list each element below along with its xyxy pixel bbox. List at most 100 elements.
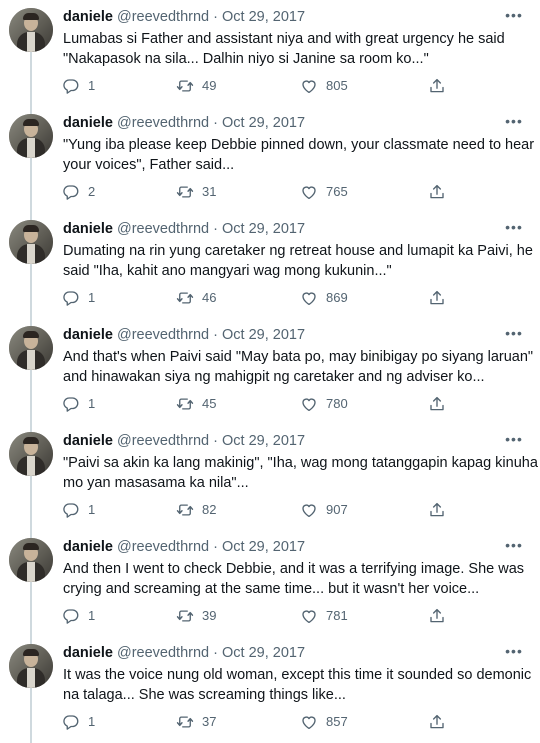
- more-options-icon[interactable]: •••: [505, 644, 523, 662]
- share-button[interactable]: [428, 289, 446, 307]
- tweet-date[interactable]: Oct 29, 2017: [222, 327, 305, 343]
- author-handle[interactable]: @reevedthrnd: [117, 115, 209, 131]
- more-options-icon[interactable]: •••: [505, 538, 523, 556]
- tweet-date[interactable]: Oct 29, 2017: [222, 645, 305, 661]
- author-name[interactable]: daniele: [63, 327, 113, 343]
- reply-button[interactable]: 1: [62, 501, 95, 519]
- retweet-button[interactable]: 45: [176, 395, 216, 413]
- reply-button[interactable]: 1: [62, 607, 95, 625]
- more-options-icon[interactable]: •••: [505, 326, 523, 344]
- more-options-icon[interactable]: •••: [505, 8, 523, 26]
- tweet[interactable]: daniele @reevedthrnd · Oct 29, 2017 ••• …: [0, 106, 540, 212]
- tweet-actions: 1 82 907: [0, 501, 540, 519]
- share-button[interactable]: [428, 183, 446, 201]
- tweet-date[interactable]: Oct 29, 2017: [222, 115, 305, 131]
- retweet-button[interactable]: 49: [176, 77, 216, 95]
- avatar[interactable]: [9, 220, 53, 264]
- avatar[interactable]: [9, 114, 53, 158]
- more-options-icon[interactable]: •••: [505, 220, 523, 238]
- reply-icon: [63, 185, 79, 200]
- tweet-text-line: Lumabas si Father and assistant niya and…: [63, 31, 505, 47]
- retweet-button[interactable]: 31: [176, 183, 216, 201]
- retweet-button[interactable]: 37: [176, 713, 216, 731]
- retweet-button[interactable]: 46: [176, 289, 216, 307]
- tweet-actions: 1 39 781: [0, 607, 540, 625]
- retweet-count: 39: [202, 608, 217, 623]
- avatar[interactable]: [9, 326, 53, 370]
- author-handle[interactable]: @reevedthrnd: [117, 433, 209, 449]
- share-button[interactable]: [428, 713, 446, 731]
- author-name[interactable]: daniele: [63, 433, 113, 449]
- separator-dot: ·: [213, 221, 218, 237]
- tweet-text: Dumating na rin yung caretaker ng retrea…: [63, 241, 533, 281]
- avatar[interactable]: [9, 644, 53, 688]
- reply-button[interactable]: 1: [62, 713, 95, 731]
- reply-icon: [63, 715, 79, 730]
- reply-button[interactable]: 1: [62, 77, 95, 95]
- like-button[interactable]: 869: [300, 289, 348, 307]
- share-button[interactable]: [428, 607, 446, 625]
- reply-button[interactable]: 2: [62, 183, 95, 201]
- author-name[interactable]: daniele: [63, 221, 113, 237]
- author-handle[interactable]: @reevedthrnd: [117, 9, 209, 25]
- like-button[interactable]: 857: [300, 713, 348, 731]
- tweet-text-line: na talaga... She was screaming things li…: [63, 687, 346, 703]
- share-button[interactable]: [428, 501, 446, 519]
- author-name[interactable]: daniele: [63, 539, 113, 555]
- retweet-icon: [176, 398, 194, 410]
- tweet[interactable]: daniele @reevedthrnd · Oct 29, 2017 ••• …: [0, 212, 540, 318]
- tweet-header: daniele @reevedthrnd · Oct 29, 2017: [63, 220, 305, 238]
- separator-dot: ·: [213, 645, 218, 661]
- tweet-text-line: And then I went to check Debbie, and it …: [63, 561, 525, 577]
- share-button[interactable]: [428, 395, 446, 413]
- tweet[interactable]: daniele @reevedthrnd · Oct 29, 2017 ••• …: [0, 636, 540, 742]
- retweet-button[interactable]: 82: [176, 501, 216, 519]
- author-handle[interactable]: @reevedthrnd: [117, 327, 209, 343]
- tweet-date[interactable]: Oct 29, 2017: [222, 539, 305, 555]
- avatar[interactable]: [9, 538, 53, 582]
- more-options-icon[interactable]: •••: [505, 432, 523, 450]
- retweet-count: 82: [202, 502, 217, 517]
- author-handle[interactable]: @reevedthrnd: [117, 221, 209, 237]
- tweet[interactable]: daniele @reevedthrnd · Oct 29, 2017 ••• …: [0, 0, 540, 106]
- reply-count: 1: [88, 608, 96, 623]
- tweet[interactable]: daniele @reevedthrnd · Oct 29, 2017 ••• …: [0, 530, 540, 636]
- like-button[interactable]: 781: [300, 607, 348, 625]
- tweet[interactable]: daniele @reevedthrnd · Oct 29, 2017 ••• …: [0, 424, 540, 530]
- tweet-header: daniele @reevedthrnd · Oct 29, 2017: [63, 114, 305, 132]
- like-count: 781: [326, 608, 348, 623]
- author-name[interactable]: daniele: [63, 115, 113, 131]
- like-button[interactable]: 907: [300, 501, 348, 519]
- author-name[interactable]: daniele: [63, 645, 113, 661]
- separator-dot: ·: [213, 539, 218, 555]
- tweet-text-line: your voices", Father said...: [63, 157, 235, 173]
- author-handle[interactable]: @reevedthrnd: [117, 539, 209, 555]
- tweet[interactable]: daniele @reevedthrnd · Oct 29, 2017 ••• …: [0, 318, 540, 424]
- like-button[interactable]: 805: [300, 77, 348, 95]
- avatar[interactable]: [9, 8, 53, 52]
- heart-icon: [302, 80, 316, 94]
- reply-icon: [63, 79, 79, 94]
- heart-icon: [302, 398, 316, 412]
- retweet-count: 45: [202, 396, 217, 411]
- share-icon: [430, 290, 444, 305]
- retweet-icon: [176, 610, 194, 622]
- share-button[interactable]: [428, 77, 446, 95]
- reply-button[interactable]: 1: [62, 395, 95, 413]
- retweet-count: 37: [202, 714, 217, 729]
- retweet-button[interactable]: 39: [176, 607, 216, 625]
- like-button[interactable]: 780: [300, 395, 348, 413]
- heart-icon: [302, 186, 316, 200]
- tweet-date[interactable]: Oct 29, 2017: [222, 9, 305, 25]
- tweet-date[interactable]: Oct 29, 2017: [222, 433, 305, 449]
- tweet-date[interactable]: Oct 29, 2017: [222, 221, 305, 237]
- like-count: 907: [326, 502, 348, 517]
- author-handle[interactable]: @reevedthrnd: [117, 645, 209, 661]
- reply-button[interactable]: 1: [62, 289, 95, 307]
- share-icon: [430, 502, 444, 517]
- tweet-text: And that's when Paivi said "May bata po,…: [63, 347, 533, 387]
- more-options-icon[interactable]: •••: [505, 114, 523, 132]
- avatar[interactable]: [9, 432, 53, 476]
- author-name[interactable]: daniele: [63, 9, 113, 25]
- like-button[interactable]: 765: [300, 183, 348, 201]
